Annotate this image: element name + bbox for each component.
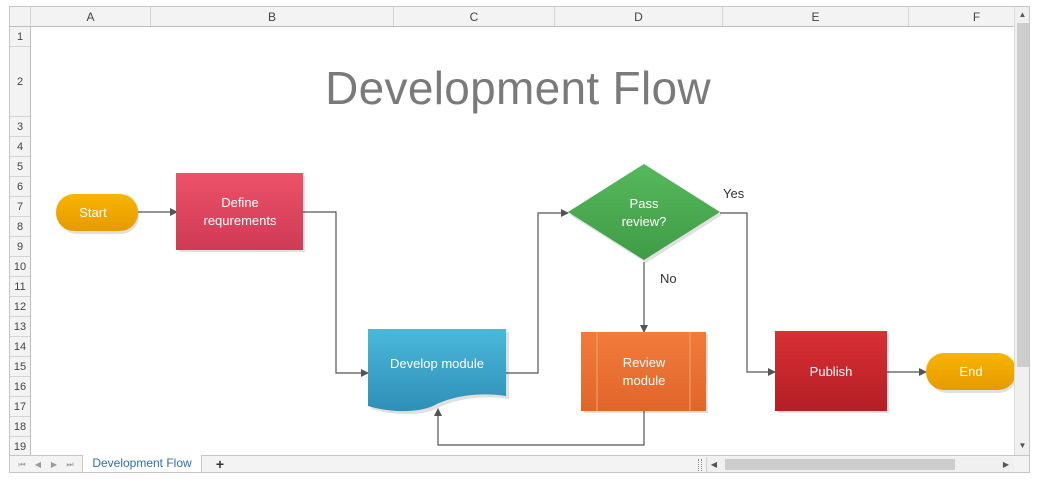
- add-sheet-button[interactable]: +: [212, 456, 228, 472]
- prev-sheet-icon[interactable]: ◀: [32, 458, 44, 472]
- yes-label: Yes: [723, 186, 745, 201]
- flowchart-drawing: Start Define requrements Develop module …: [56, 164, 1014, 446]
- row-header-5[interactable]: 5: [10, 157, 30, 177]
- publish-label: Publish: [810, 364, 853, 379]
- connector-decision-publish: [720, 212, 776, 376]
- next-sheet-icon[interactable]: ▶: [48, 458, 60, 472]
- first-sheet-icon[interactable]: ⏮: [16, 458, 28, 472]
- row-header-16[interactable]: 16: [10, 377, 30, 397]
- define-requirements-shape[interactable]: Define requrements: [176, 173, 305, 252]
- last-sheet-icon[interactable]: ⏭: [64, 458, 76, 472]
- horizontal-scrollbar[interactable]: ◀ ▶: [706, 457, 1014, 472]
- vertical-scroll-thumb[interactable]: [1017, 23, 1029, 367]
- row-header-10[interactable]: 10: [10, 257, 30, 277]
- review-module-shape[interactable]: Review module: [581, 332, 708, 413]
- column-header-b[interactable]: B: [151, 7, 394, 26]
- develop-label: Develop module: [390, 356, 484, 371]
- decision-label-line1: Pass: [630, 196, 659, 211]
- spreadsheet-frame: A B C D E F 1 2 3 4 5 6 7 8 9 10 11 12 1…: [9, 6, 1030, 473]
- tab-splitter-handle[interactable]: [698, 459, 702, 471]
- review-label-line1: Review: [623, 355, 666, 370]
- row-header-14[interactable]: 14: [10, 337, 30, 357]
- decision-label-line2: review?: [622, 214, 667, 229]
- horizontal-scroll-thumb[interactable]: [725, 459, 955, 470]
- column-header-c[interactable]: C: [394, 7, 555, 26]
- end-shape[interactable]: End: [926, 353, 1014, 393]
- develop-module-shape[interactable]: Develop module: [368, 329, 509, 415]
- row-header-18[interactable]: 18: [10, 417, 30, 437]
- column-header-e[interactable]: E: [723, 7, 909, 26]
- publish-shape[interactable]: Publish: [775, 331, 889, 413]
- start-label: Start: [79, 205, 107, 220]
- end-label: End: [959, 364, 982, 379]
- connector-develop-decision: [506, 209, 569, 374]
- row-header-1[interactable]: 1: [10, 27, 30, 47]
- row-header-3[interactable]: 3: [10, 117, 30, 137]
- row-header-17[interactable]: 17: [10, 397, 30, 417]
- define-label-line1: Define: [221, 195, 259, 210]
- connector-review-develop: [434, 408, 645, 446]
- scroll-left-icon[interactable]: ◀: [707, 457, 721, 472]
- vertical-scrollbar[interactable]: ▲ ▼: [1014, 7, 1029, 455]
- column-header-f[interactable]: F: [909, 7, 1014, 26]
- row-header-7[interactable]: 7: [10, 197, 30, 217]
- select-all-corner[interactable]: [10, 7, 31, 27]
- row-header-11[interactable]: 11: [10, 277, 30, 297]
- connector-define-develop: [303, 211, 369, 377]
- worksheet-grid[interactable]: Development Flow Start Define requrement…: [31, 27, 1014, 455]
- row-header-2[interactable]: 2: [10, 47, 30, 117]
- scroll-up-icon[interactable]: ▲: [1015, 8, 1029, 22]
- column-header-d[interactable]: D: [555, 7, 723, 26]
- scroll-right-icon[interactable]: ▶: [999, 457, 1013, 472]
- sheet-tab-development-flow[interactable]: Development Flow: [82, 455, 202, 472]
- row-header-4[interactable]: 4: [10, 137, 30, 157]
- row-header-19[interactable]: 19: [10, 437, 30, 455]
- define-label-line2: requrements: [204, 213, 277, 228]
- row-header-6[interactable]: 6: [10, 177, 30, 197]
- start-shape[interactable]: Start: [56, 194, 139, 234]
- column-header-a[interactable]: A: [31, 7, 151, 26]
- row-header-15[interactable]: 15: [10, 357, 30, 377]
- row-header-13[interactable]: 13: [10, 317, 30, 337]
- row-header-12[interactable]: 12: [10, 297, 30, 317]
- column-headers: A B C D E F: [31, 7, 1014, 27]
- pass-review-decision-shape[interactable]: Pass review?: [568, 164, 722, 263]
- scroll-down-icon[interactable]: ▼: [1015, 439, 1029, 453]
- sheet-tab-bar: ⏮ ◀ ▶ ⏭ Development Flow + ◀ ▶: [10, 455, 1029, 472]
- review-label-line2: module: [623, 373, 666, 388]
- row-header-9[interactable]: 9: [10, 237, 30, 257]
- row-headers: 1 2 3 4 5 6 7 8 9 10 11 12 13 14 15 16 1…: [10, 27, 31, 455]
- row-header-8[interactable]: 8: [10, 217, 30, 237]
- no-label: No: [660, 271, 677, 286]
